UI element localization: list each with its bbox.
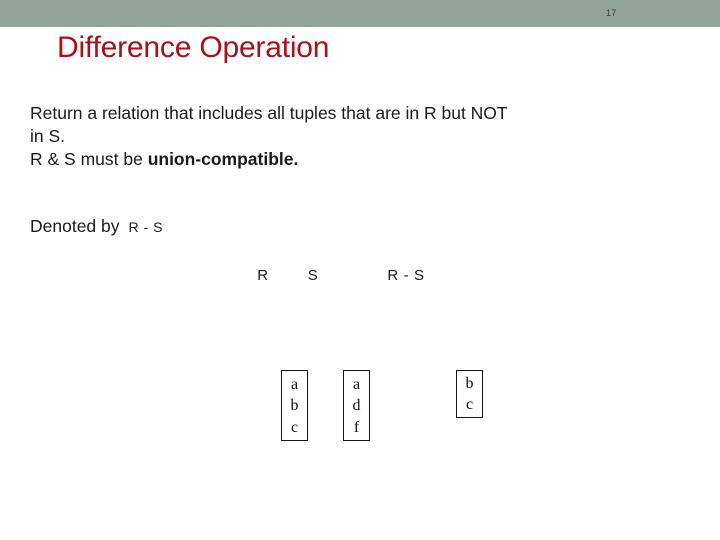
set-label-result: R - S	[387, 267, 425, 284]
page-title: Difference Operation	[57, 31, 330, 64]
body-line-3-prefix: R & S must be	[30, 149, 148, 169]
body-line-2: in S.	[30, 126, 66, 146]
body-line-3-emphasis: union-compatible.	[147, 149, 299, 169]
set-cell: b	[465, 375, 474, 392]
body-line-3: R & S must be union-compatible.	[30, 148, 695, 171]
set-cell: c	[290, 418, 299, 436]
set-difference-diagram: R S R - S a b c a d f b c	[0, 0, 720, 540]
set-label-r: R	[257, 267, 269, 284]
slide-number: 17	[606, 8, 617, 18]
denoted-by-label: Denoted by	[30, 216, 120, 236]
set-cell: b	[290, 397, 299, 414]
set-box-result: b c	[456, 370, 483, 418]
denoted-by-expression: R - S	[128, 219, 163, 235]
set-box-s: a d f	[343, 370, 370, 441]
set-cell: f	[353, 418, 360, 436]
set-label-s: S	[307, 267, 319, 284]
set-cell: a	[290, 375, 299, 393]
body-line-1: Return a relation that includes all tupl…	[30, 103, 508, 123]
set-cell: c	[465, 396, 474, 413]
denoted-by-block: Denoted by R - S	[30, 215, 163, 239]
set-cell: d	[352, 397, 361, 414]
body-text-block: Return a relation that includes all tupl…	[30, 102, 695, 171]
set-cell: a	[352, 375, 361, 393]
set-box-r: a b c	[281, 370, 308, 441]
